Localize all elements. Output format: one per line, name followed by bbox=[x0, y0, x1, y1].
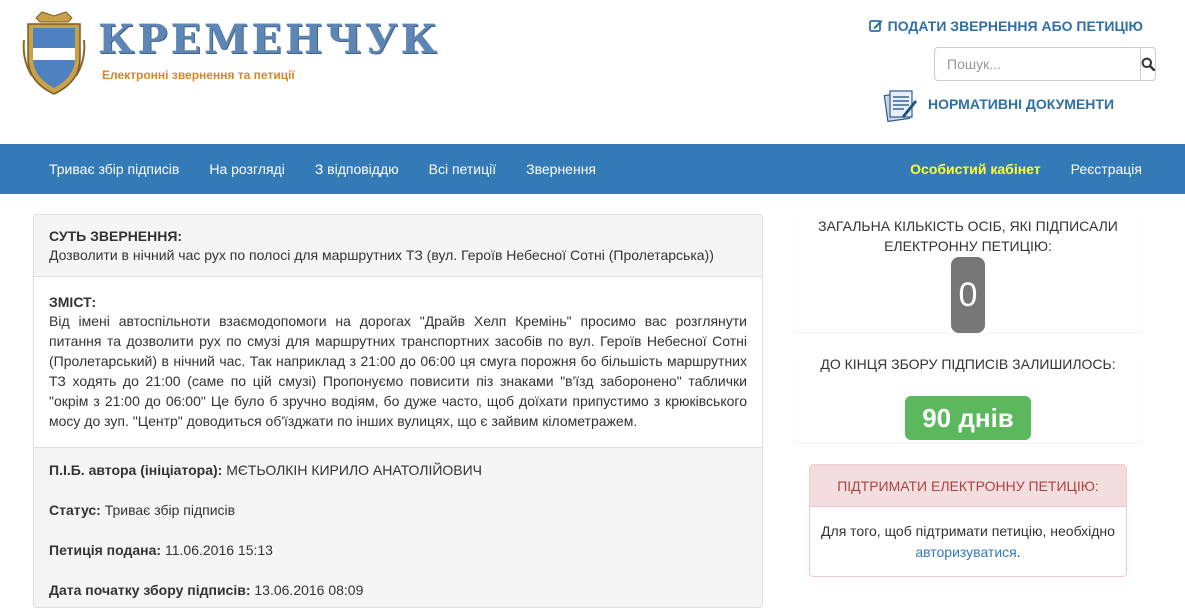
search-icon bbox=[1141, 57, 1155, 71]
author-label: П.І.Б. автора (ініціатора): bbox=[49, 462, 223, 478]
edit-icon bbox=[868, 20, 883, 32]
regulatory-documents-label: НОРМАТИВНІ ДОКУМЕНТИ bbox=[928, 96, 1115, 112]
content-label: ЗМІСТ: bbox=[49, 294, 97, 310]
login-link[interactable]: авторизуватися bbox=[915, 544, 1016, 560]
support-petition-body: Для того, щоб підтримати петицію, необхі… bbox=[810, 507, 1126, 563]
regulatory-documents-link[interactable]: НОРМАТИВНІ ДОКУМЕНТИ bbox=[882, 86, 1114, 122]
submitted-label: Петиція подана: bbox=[49, 542, 162, 558]
status-label: Статус: bbox=[49, 502, 101, 518]
submitted-row: Петиція подана: 11.06.2016 15:13 bbox=[49, 540, 747, 560]
city-crest-icon bbox=[22, 11, 86, 95]
search-form bbox=[934, 47, 1156, 81]
nav-menu: Триває збір підписів На розгляді З відпо… bbox=[34, 144, 611, 194]
nav-registration[interactable]: Реєстрація bbox=[1056, 144, 1157, 194]
start-row: Дата початку збору підписів: 13.06.2016 … bbox=[49, 580, 747, 600]
start-label: Дата початку збору підписів: bbox=[49, 582, 251, 598]
main-navbar: Триває збір підписів На розгляді З відпо… bbox=[0, 144, 1185, 194]
support-petition-box: ПІДТРИМАТИ ЕЛЕКТРОННУ ПЕТИЦІЮ: Для того,… bbox=[809, 464, 1127, 577]
submit-petition-label: ПОДАТИ ЗВЕРНЕННЯ АБО ПЕТИЦІЮ bbox=[887, 18, 1143, 34]
nav-personal-cabinet[interactable]: Особистий кабінет bbox=[895, 144, 1055, 194]
author-value: МЄТЬОЛКІН КИРИЛО АНАТОЛІЙОВИЧ bbox=[226, 462, 483, 478]
days-left-badge: 90 днів bbox=[905, 396, 1031, 440]
logo-title: КРЕМЕНЧУК bbox=[98, 16, 440, 63]
essence-text: Дозволити в нічний час рух по полосі для… bbox=[49, 247, 714, 263]
status-value: Триває збір підписів bbox=[104, 502, 236, 518]
support-petition-end: . bbox=[1016, 544, 1021, 560]
nav-appeals[interactable]: Звернення bbox=[511, 144, 611, 194]
days-left-card: ДО КІНЦЯ ЗБОРУ ПІДПИСІВ ЗАЛИШИЛОСЬ: 90 д… bbox=[793, 352, 1143, 442]
nav-all-petitions[interactable]: Всі петиції bbox=[414, 144, 512, 194]
nav-collecting-signatures[interactable]: Триває збір підписів bbox=[34, 144, 194, 194]
petition-panel: СУТЬ ЗВЕРНЕННЯ: Дозволити в нічний час р… bbox=[33, 214, 763, 608]
nav-user-menu: Особистий кабінет Реєстрація bbox=[895, 144, 1157, 194]
start-value: 13.06.2016 08:09 bbox=[254, 582, 364, 598]
days-left-title: ДО КІНЦЯ ЗБОРУ ПІДПИСІВ ЗАЛИШИЛОСЬ: bbox=[820, 356, 1116, 372]
essence-label: СУТЬ ЗВЕРНЕННЯ: bbox=[49, 228, 183, 244]
petition-content: ЗМІСТ: Від імені автоспільноти взаємодоп… bbox=[34, 277, 762, 448]
submitted-value: 11.06.2016 15:13 bbox=[164, 542, 273, 558]
site-logo[interactable]: КРЕМЕНЧУК Електронні звернення та петиці… bbox=[22, 10, 437, 98]
logo-subtitle: Електронні звернення та петиції bbox=[102, 68, 295, 82]
content-text: Від імені автоспільноти взаємодопомоги н… bbox=[49, 313, 747, 429]
nav-answered[interactable]: З відповіддю bbox=[300, 144, 414, 194]
petition-meta: П.І.Б. автора (ініціатора): МЄТЬОЛКІН КИ… bbox=[34, 448, 762, 607]
support-petition-text: Для того, щоб підтримати петицію, необхі… bbox=[821, 523, 1115, 539]
site-header: КРЕМЕНЧУК Електронні звернення та петиці… bbox=[0, 0, 1185, 144]
signature-count-card: ЗАГАЛЬНА КІЛЬКІСТЬ ОСІБ, ЯКІ ПІДПИСАЛИ Е… bbox=[793, 214, 1143, 333]
author-row: П.І.Б. автора (ініціатора): МЄТЬОЛКІН КИ… bbox=[49, 460, 747, 480]
documents-icon bbox=[883, 90, 917, 122]
search-input[interactable] bbox=[934, 47, 1140, 81]
signature-count-badge: 0 bbox=[951, 257, 985, 333]
submit-petition-link[interactable]: ПОДАТИ ЗВЕРНЕННЯ АБО ПЕТИЦІЮ bbox=[868, 18, 1143, 34]
search-button[interactable] bbox=[1140, 47, 1156, 81]
support-petition-title: ПІДТРИМАТИ ЕЛЕКТРОННУ ПЕТИЦІЮ: bbox=[810, 465, 1126, 507]
status-row: Статус: Триває збір підписів bbox=[49, 500, 747, 520]
signature-count-title: ЗАГАЛЬНА КІЛЬКІСТЬ ОСІБ, ЯКІ ПІДПИСАЛИ Е… bbox=[818, 218, 1118, 254]
petition-essence: СУТЬ ЗВЕРНЕННЯ: Дозволити в нічний час р… bbox=[34, 215, 762, 277]
nav-under-review[interactable]: На розгляді bbox=[194, 144, 299, 194]
